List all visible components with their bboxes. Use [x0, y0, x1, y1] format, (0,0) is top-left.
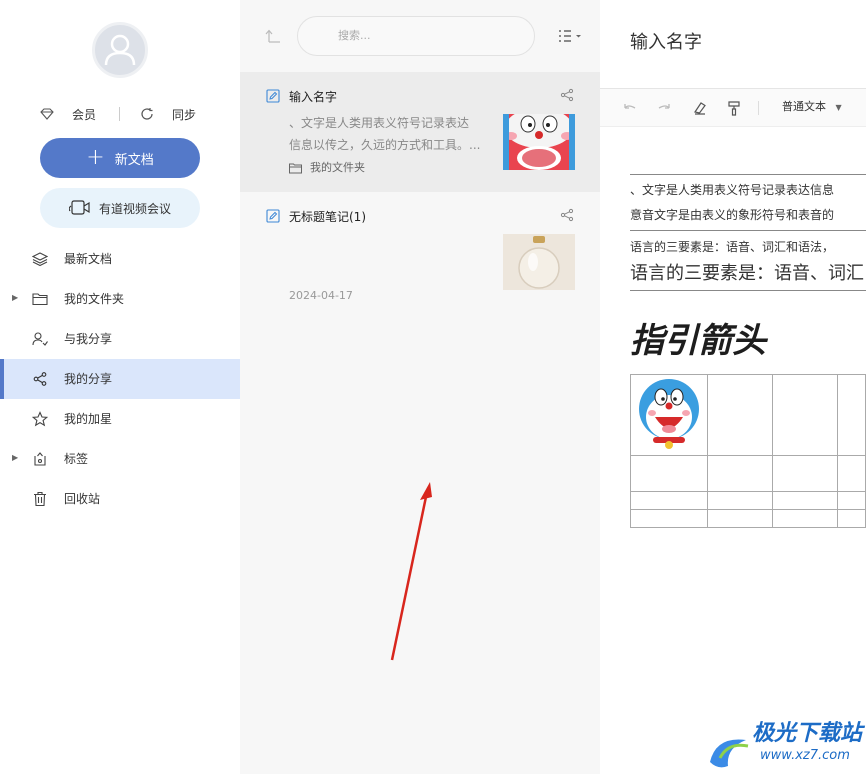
note-snippet-line: 、文字是人类用表义符号记录表达	[289, 116, 470, 130]
nav-trash[interactable]: 回收站	[0, 479, 240, 519]
table-cell[interactable]	[771, 509, 838, 528]
perfume-bottle-thumbnail	[503, 234, 575, 290]
nav-tags[interactable]: ▶ 标签	[0, 439, 240, 479]
sync-icon	[141, 108, 153, 120]
plus-icon: +	[86, 145, 105, 170]
nav-tags-label: 标签	[64, 452, 89, 466]
table-cell[interactable]	[630, 374, 708, 456]
trash-icon	[34, 491, 46, 507]
avatar[interactable]	[92, 22, 148, 78]
new-doc-button[interactable]: + 新文档	[40, 138, 200, 178]
back-up-icon[interactable]	[264, 28, 282, 44]
table-cell[interactable]	[836, 491, 866, 510]
note-card[interactable]: 输入名字 、文字是人类用表义符号记录表达 信息以传之，久远的方式和工具。... …	[240, 72, 600, 192]
nav-shared-with-me-label: 与我分享	[64, 332, 113, 346]
table-cell[interactable]	[771, 455, 838, 492]
table-cell[interactable]	[707, 455, 773, 492]
star-icon	[32, 411, 48, 427]
table-cell[interactable]	[836, 374, 866, 456]
table-cell[interactable]	[771, 491, 838, 510]
share-icon[interactable]	[560, 88, 574, 102]
chevron-down-icon: ▼	[835, 103, 842, 112]
table-cell[interactable]	[707, 509, 773, 528]
divider	[119, 107, 120, 121]
heading[interactable]: 指引箭头	[630, 319, 766, 363]
sync-label: 同步	[172, 107, 197, 122]
note-snippet-line: 信息以传之，久远的方式和工具。...	[289, 138, 481, 152]
note-snippet: 、文字是人类用表义符号记录表达 信息以传之，久远的方式和工具。...	[289, 112, 484, 156]
table-cell[interactable]	[630, 491, 708, 510]
divider	[630, 290, 866, 291]
shared-users-icon	[32, 332, 48, 346]
nav-trash-label: 回收站	[64, 492, 101, 506]
watermark-url: www.xz7.com	[760, 748, 850, 763]
nav-recent-docs-label: 最新文档	[64, 252, 113, 266]
vip-button[interactable]: 会员	[40, 104, 96, 124]
table-cell[interactable]	[771, 374, 838, 456]
nav-my-shares[interactable]: 我的分享	[0, 359, 240, 399]
sidebar: 会员 同步 + 新文档 有道视频会议 最新文档 ▶ 我的文件夹 与我分享 我的分…	[0, 0, 240, 774]
share-icon	[33, 372, 47, 386]
vip-label: 会员	[72, 107, 97, 122]
sync-button[interactable]: 同步	[140, 104, 196, 124]
nav-starred[interactable]: 我的加星	[0, 399, 240, 439]
watermark-name: 极光下载站	[752, 721, 863, 746]
text-style-value: 普通文本	[782, 100, 826, 113]
note-title: 无标题笔记(1)	[289, 210, 366, 224]
expand-arrow-icon[interactable]: ▶	[12, 453, 18, 462]
format-painter-icon[interactable]	[726, 100, 742, 116]
eraser-icon[interactable]	[692, 100, 708, 116]
share-icon[interactable]	[560, 208, 574, 222]
doraemon-image	[631, 375, 707, 451]
text-style-select[interactable]: 普通文本 ▼	[782, 100, 842, 115]
doc-title[interactable]: 输入名字	[630, 31, 702, 55]
note-title: 输入名字	[289, 90, 338, 104]
nav-my-folders[interactable]: ▶ 我的文件夹	[0, 279, 240, 319]
annotation-arrow	[390, 482, 432, 661]
video-meeting-icon	[68, 200, 91, 216]
note-edit-icon	[266, 209, 280, 223]
divider	[630, 230, 866, 231]
vip-sync-row: 会员 同步	[0, 104, 240, 124]
paragraph-line[interactable]: 语言的三要素是：语音、词汇和语法，	[630, 239, 834, 255]
paragraph-large[interactable]: 语言的三要素是：语音、词汇	[630, 262, 864, 286]
undo-icon[interactable]	[622, 100, 638, 116]
search-input[interactable]: 搜索...	[297, 16, 535, 56]
diamond-icon	[40, 108, 54, 120]
table-cell[interactable]	[630, 455, 708, 492]
note-folder: 我的文件夹	[289, 160, 365, 176]
doc-table[interactable]	[630, 374, 866, 528]
expand-arrow-icon[interactable]: ▶	[12, 293, 18, 302]
divider	[630, 174, 866, 175]
table-cell[interactable]	[836, 455, 866, 492]
tag-icon	[34, 452, 46, 466]
folder-icon	[32, 293, 48, 306]
redo-icon[interactable]	[656, 100, 672, 116]
table-cell[interactable]	[707, 374, 773, 456]
table-cell[interactable]	[630, 509, 708, 528]
table-cell[interactable]	[836, 509, 866, 528]
video-meeting-button[interactable]: 有道视频会议	[40, 188, 200, 228]
folder-icon	[289, 163, 302, 173]
nav-my-shares-label: 我的分享	[64, 372, 113, 386]
note-card[interactable]: 无标题笔记(1) 2024-04-17	[240, 192, 600, 312]
nav-recent-docs[interactable]: 最新文档	[0, 239, 240, 279]
layers-icon	[32, 252, 48, 267]
table-cell[interactable]	[707, 491, 773, 510]
user-icon	[104, 34, 136, 66]
nav-starred-label: 我的加星	[64, 412, 113, 426]
meeting-label: 有道视频会议	[98, 201, 171, 216]
nav-my-folders-label: 我的文件夹	[64, 292, 125, 306]
divider	[758, 101, 759, 115]
nav-shared-with-me[interactable]: 与我分享	[0, 319, 240, 359]
paragraph-line[interactable]: 意音文字是由表义的象形符号和表音的	[630, 207, 834, 223]
doraemon-thumbnail	[503, 114, 575, 170]
note-folder-label: 我的文件夹	[310, 161, 365, 174]
list-view-icon[interactable]	[557, 28, 583, 44]
paragraph-line[interactable]: 、文字是人类用表义符号记录表达信息	[630, 182, 834, 198]
new-doc-label: 新文档	[114, 152, 154, 168]
note-date: 2024-04-17	[289, 289, 353, 302]
note-edit-icon	[266, 89, 280, 103]
